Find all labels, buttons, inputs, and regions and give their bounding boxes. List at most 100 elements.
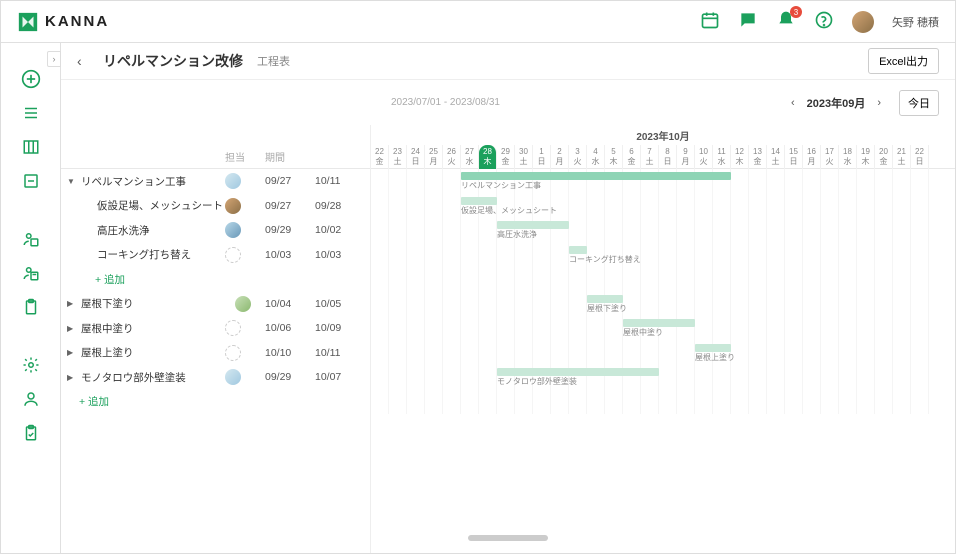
top-bar: KANNA 3 矢野 穂積 [1, 1, 955, 43]
avatar[interactable] [852, 11, 874, 33]
gantt-day-header: 17火 [821, 145, 839, 169]
chat-icon[interactable] [738, 10, 758, 33]
page-title: リペルマンション改修 [103, 51, 243, 71]
gantt-bar[interactable] [461, 197, 497, 205]
back-button[interactable]: ‹ [77, 53, 93, 69]
gantt-chart[interactable]: 2023年10月 22金23土24日25月26火27水28木29金30土1日2月… [371, 125, 955, 553]
toolbar: 2023/07/01 - 2023/08/31 ‹ 2023年09月 › 今日 [61, 79, 955, 125]
task-panel: 担当 期間 ▼リペルマンション工事09/2710/11仮設足場、メッシュシート0… [61, 125, 371, 553]
assignee-avatar[interactable] [225, 222, 241, 238]
gantt-day-header: 27水 [461, 145, 479, 169]
gantt-day-header: 20金 [875, 145, 893, 169]
gantt-day-header: 12木 [731, 145, 749, 169]
columns-icon[interactable] [21, 137, 41, 157]
gantt-day-header: 18水 [839, 145, 857, 169]
gantt-day-header: 30土 [515, 145, 533, 169]
user-check-icon[interactable] [21, 229, 41, 249]
add-task-link[interactable]: + 追加 [61, 390, 370, 415]
assignee-avatar[interactable] [225, 247, 241, 263]
next-month-button[interactable]: › [873, 97, 885, 109]
task-row[interactable]: ▶屋根下塗り10/0410/05 [61, 292, 370, 317]
clipboard-icon[interactable] [21, 297, 41, 317]
gantt-day-header: 15日 [785, 145, 803, 169]
help-icon[interactable] [814, 10, 834, 33]
col-period: 期間 [265, 149, 315, 164]
list-icon[interactable] [21, 103, 41, 123]
gantt-day-header: 28木 [479, 145, 497, 169]
assignee-avatar[interactable] [225, 173, 241, 189]
date-range: 2023/07/01 - 2023/08/31 [383, 97, 500, 108]
add-task-link[interactable]: + 追加 [61, 267, 370, 292]
assignee-avatar[interactable] [225, 320, 241, 336]
gantt-day-header: 3火 [569, 145, 587, 169]
assignee-avatar[interactable] [225, 296, 241, 312]
clipboard-check-icon[interactable] [21, 423, 41, 443]
gantt-day-header: 21土 [893, 145, 911, 169]
sidebar: › [1, 43, 61, 553]
profile-icon[interactable] [21, 389, 41, 409]
gantt-day-header: 25月 [425, 145, 443, 169]
brand-text: KANNA [45, 13, 109, 30]
gantt-day-header: 7土 [641, 145, 659, 169]
sidebar-collapse-button[interactable]: › [47, 51, 61, 67]
gantt-day-header: 9月 [677, 145, 695, 169]
assignee-avatar[interactable] [225, 369, 241, 385]
gantt-day-header: 29金 [497, 145, 515, 169]
gantt-bar[interactable] [497, 368, 659, 376]
page-subtitle: 工程表 [257, 53, 290, 69]
gantt-bar[interactable] [497, 221, 569, 229]
task-row[interactable]: ▶モノタロウ部外壁塗装09/2910/07 [61, 365, 370, 390]
assignee-avatar[interactable] [225, 198, 241, 214]
gantt-day-header: 16月 [803, 145, 821, 169]
gantt-bar-label: 屋根上塗り [695, 352, 735, 363]
horizontal-scrollbar[interactable] [468, 535, 548, 541]
excel-button[interactable]: Excel出力 [868, 48, 939, 74]
gantt-row: モノタロウ部外壁塗装 [371, 365, 955, 390]
assignee-avatar[interactable] [225, 345, 241, 361]
gantt-bar-label: リペルマンション工事 [461, 180, 541, 191]
gantt-day-header: 19木 [857, 145, 875, 169]
gantt-row: 高圧水洗浄 [371, 218, 955, 243]
task-row[interactable]: 高圧水洗浄09/2910/02 [61, 218, 370, 243]
task-row[interactable]: ▼リペルマンション工事09/2710/11 [61, 169, 370, 194]
add-icon[interactable] [21, 69, 41, 89]
task-row[interactable]: コーキング打ち替え10/0310/03 [61, 243, 370, 268]
task-row[interactable]: ▶屋根中塗り10/0610/09 [61, 316, 370, 341]
gantt-bar-label: 仮設足場、メッシュシート [461, 205, 557, 216]
gantt-day-header: 2月 [551, 145, 569, 169]
gantt-bar[interactable] [587, 295, 623, 303]
page-header: ‹ リペルマンション改修 工程表 Excel出力 [61, 43, 955, 79]
gantt-row [371, 390, 955, 415]
gantt-day-header: 22金 [371, 145, 389, 169]
gantt-bar[interactable] [623, 319, 695, 327]
gantt-bar-label: 屋根下塗り [587, 303, 627, 314]
task-row[interactable]: 仮設足場、メッシュシート09/2709/28 [61, 194, 370, 219]
prev-month-button[interactable]: ‹ [787, 97, 799, 109]
gantt-bar[interactable] [461, 172, 731, 180]
today-button[interactable]: 今日 [899, 90, 939, 116]
calendar-icon[interactable] [700, 10, 720, 33]
bell-icon[interactable]: 3 [776, 10, 796, 33]
user-board-icon[interactable] [21, 263, 41, 283]
username: 矢野 穂積 [892, 14, 939, 30]
content: 担当 期間 ▼リペルマンション工事09/2710/11仮設足場、メッシュシート0… [61, 125, 955, 553]
gantt-bar-label: 屋根中塗り [623, 327, 663, 338]
gantt-day-header: 23土 [389, 145, 407, 169]
gantt-bar[interactable] [569, 246, 587, 254]
notification-badge: 3 [790, 6, 802, 18]
gantt-day-header: 26火 [443, 145, 461, 169]
gantt-row: リペルマンション工事 [371, 169, 955, 194]
task-row[interactable]: ▶屋根上塗り10/1010/11 [61, 341, 370, 366]
logo-icon [17, 11, 39, 33]
gantt-day-header: 11水 [713, 145, 731, 169]
gantt-day-header: 4水 [587, 145, 605, 169]
gantt-month-label: 2023年10月 [371, 125, 955, 145]
gantt-bar-label: モノタロウ部外壁塗装 [497, 376, 577, 387]
logo[interactable]: KANNA [17, 11, 109, 33]
gantt-bar[interactable] [695, 344, 731, 352]
note-icon[interactable] [21, 171, 41, 191]
gear-icon[interactable] [21, 355, 41, 375]
gantt-row: コーキング打ち替え [371, 243, 955, 268]
gantt-day-header: 22日 [911, 145, 929, 169]
gantt-day-header: 6金 [623, 145, 641, 169]
